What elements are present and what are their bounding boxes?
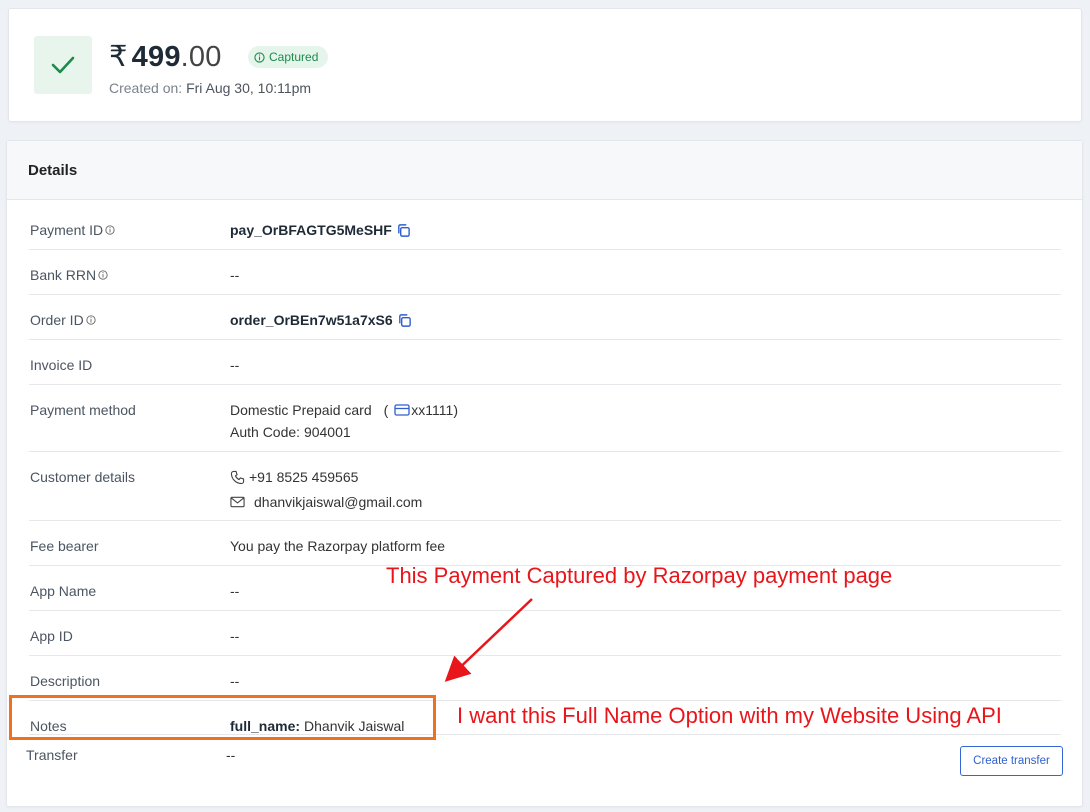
payment-id-label: Payment ID — [30, 222, 104, 238]
payment-amount: ₹499.00 — [109, 39, 222, 74]
annotation-top-text: This Payment Captured by Razorpay paymen… — [386, 563, 893, 588]
payment-id-value: pay_OrBFAGTG5MeSHF — [230, 222, 392, 238]
detail-row-customer-details: Customer details +91 8525 459565 dhanvik… — [29, 451, 1061, 521]
fee-bearer-value: You pay the Razorpay platform fee — [230, 538, 446, 554]
details-title: Details — [7, 141, 1082, 200]
description-label: Description — [30, 673, 101, 689]
transfer-label: Transfer — [26, 747, 78, 763]
invoice-id-value: -- — [230, 357, 240, 373]
invoice-id-label: Invoice ID — [30, 357, 93, 373]
amount-decimal: .00 — [180, 41, 222, 73]
card-open-paren: ( — [383, 402, 389, 418]
payment-summary-card: ₹499.00 Captured Created on: Fri Aug 30,… — [8, 8, 1082, 122]
phone-icon — [230, 470, 245, 484]
detail-row-invoice-id: Invoice ID -- — [29, 339, 1061, 385]
detail-row-fee-bearer: Fee bearer You pay the Razorpay platform… — [29, 520, 1061, 566]
info-icon[interactable] — [86, 315, 96, 325]
bank-rrn-label: Bank RRN — [30, 267, 97, 283]
detail-row-app-id: App ID -- — [29, 610, 1061, 656]
detail-row-order-id: Order ID order_OrBEn7w51a7xS6 — [29, 294, 1061, 340]
info-icon[interactable] — [105, 225, 115, 235]
customer-details-label: Customer details — [30, 469, 136, 485]
created-value: Fri Aug 30, 10:11pm — [186, 80, 312, 96]
app-id-value: -- — [230, 628, 240, 644]
detail-row-bank-rrn: Bank RRN -- — [29, 249, 1061, 295]
copy-icon[interactable] — [397, 313, 412, 328]
detail-row-payment-method: Payment method Domestic Prepaid card ( x… — [29, 384, 1061, 452]
payment-method-value: Domestic Prepaid card — [230, 402, 372, 418]
info-icon[interactable] — [98, 270, 108, 280]
auth-code: Auth Code: 904001 — [230, 424, 351, 440]
order-id-label: Order ID — [30, 312, 84, 328]
info-icon — [254, 51, 265, 63]
app-name-value: -- — [230, 583, 240, 599]
bank-rrn-value: -- — [230, 267, 240, 283]
create-transfer-button[interactable]: Create transfer — [960, 746, 1063, 776]
currency-symbol: ₹ — [109, 41, 128, 73]
transfer-value: -- — [226, 747, 236, 763]
customer-email: dhanvikjaiswal@gmail.com — [254, 494, 423, 510]
status-badge-label: Captured — [269, 50, 319, 64]
mail-icon — [230, 496, 245, 508]
success-check-badge — [34, 36, 92, 94]
fee-bearer-label: Fee bearer — [30, 538, 99, 554]
notes-highlight-box — [9, 695, 436, 740]
app-name-label: App Name — [30, 583, 97, 599]
payment-method-label: Payment method — [30, 402, 136, 418]
description-value: -- — [230, 673, 240, 689]
copy-icon[interactable] — [396, 223, 411, 238]
card-suffix: xx1111) — [411, 402, 458, 418]
amount-whole: 499 — [131, 41, 181, 73]
check-icon — [51, 56, 75, 74]
detail-row-payment-id: Payment ID pay_OrBFAGTG5MeSHF — [29, 204, 1061, 250]
order-id-value: order_OrBEn7w51a7xS6 — [230, 312, 393, 328]
status-badge: Captured — [248, 46, 329, 68]
created-label: Created on: — [109, 80, 183, 96]
customer-phone: +91 8525 459565 — [249, 469, 359, 485]
app-id-label: App ID — [30, 628, 73, 644]
card-icon — [394, 404, 410, 416]
created-on: Created on: Fri Aug 30, 10:11pm — [109, 80, 311, 96]
annotation-right-text: I want this Full Name Option with my Web… — [457, 703, 1002, 728]
